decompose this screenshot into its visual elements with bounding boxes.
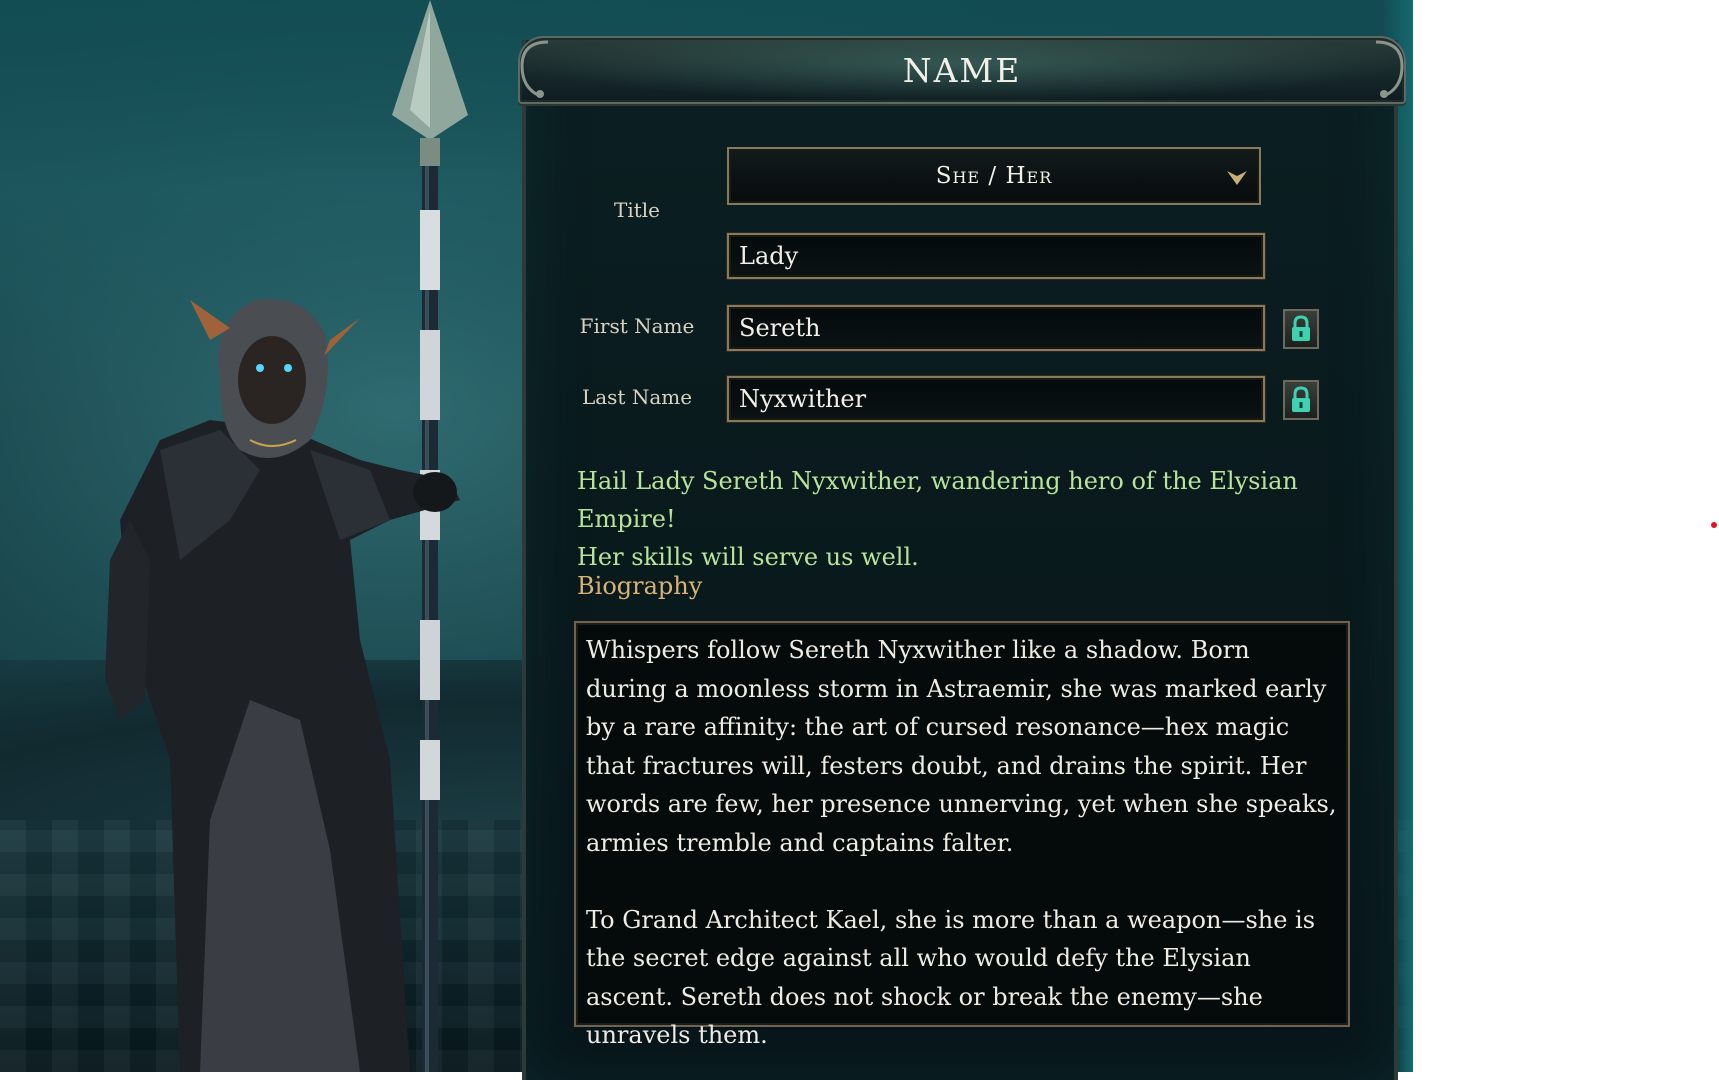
last-name-lock-button[interactable] bbox=[1283, 380, 1319, 420]
pronoun-dropdown[interactable]: She / Her bbox=[727, 147, 1261, 205]
lock-icon bbox=[1292, 315, 1310, 341]
biography-textarea[interactable]: Whispers follow Sereth Nyxwither like a … bbox=[574, 621, 1350, 1049]
first-name-input[interactable]: Sereth bbox=[727, 305, 1265, 351]
last-name-input[interactable]: Nyxwither bbox=[727, 376, 1265, 422]
cursor-marker bbox=[1711, 522, 1717, 528]
ornament-right-icon bbox=[1375, 40, 1404, 98]
lock-icon bbox=[1292, 386, 1310, 412]
greeting-line-1: Hail Lady Sereth Nyxwither, wandering he… bbox=[577, 467, 1298, 533]
biography-paragraph-2: To Grand Architect Kael, she is more tha… bbox=[586, 905, 1316, 1050]
ornament-left-icon bbox=[520, 40, 549, 98]
chevron-down-icon bbox=[1227, 171, 1247, 185]
biography-heading: Biography bbox=[577, 572, 703, 600]
greeting-text: Hail Lady Sereth Nyxwither, wandering he… bbox=[577, 462, 1377, 576]
pronoun-dropdown-value: She / Her bbox=[935, 163, 1053, 189]
page-title: NAME bbox=[902, 50, 1022, 90]
greeting-line-2: Her skills will serve us well. bbox=[577, 543, 919, 571]
biography-paragraph-1: Whispers follow Sereth Nyxwither like a … bbox=[586, 636, 1337, 857]
first-name-label: First Name bbox=[579, 314, 695, 338]
title-label: Title bbox=[613, 198, 660, 222]
last-name-value: Nyxwither bbox=[739, 385, 867, 413]
hooded-figure bbox=[105, 298, 460, 1072]
title-input[interactable]: Lady bbox=[727, 233, 1265, 279]
character-portrait bbox=[105, 0, 468, 1072]
first-name-value: Sereth bbox=[739, 314, 821, 342]
panel-header: NAME bbox=[518, 36, 1406, 104]
spear bbox=[392, 0, 468, 1072]
title-input-value: Lady bbox=[739, 242, 799, 270]
last-name-label: Last Name bbox=[581, 385, 693, 409]
first-name-lock-button[interactable] bbox=[1283, 309, 1319, 349]
